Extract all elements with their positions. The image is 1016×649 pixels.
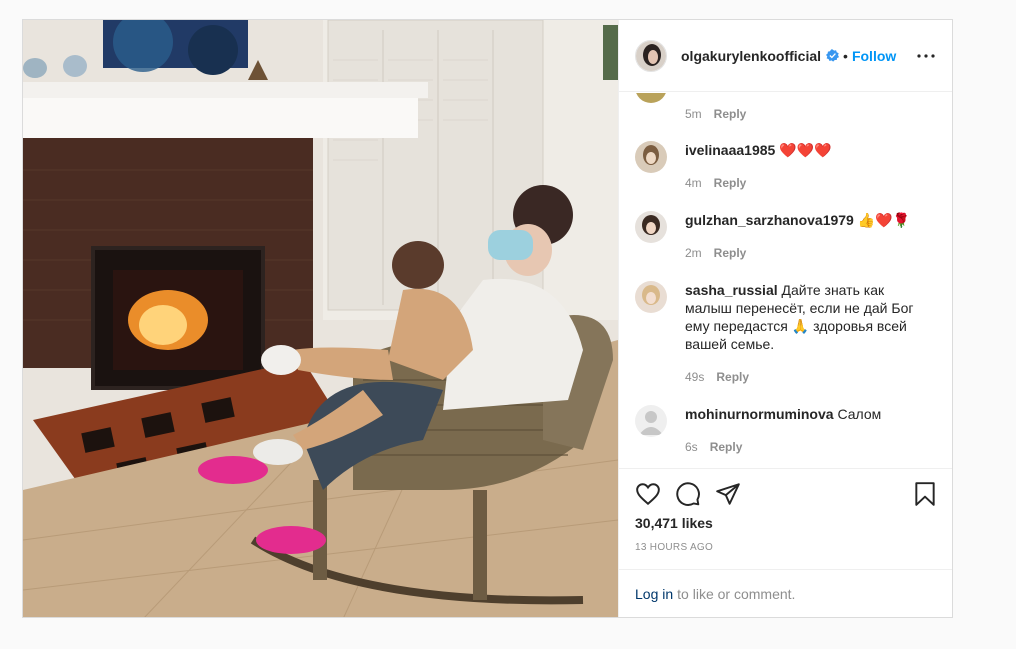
comment-avatar[interactable] [635, 211, 667, 243]
heart-icon[interactable] [635, 481, 661, 507]
comment-meta: 49s Reply [685, 370, 749, 384]
login-suffix: to like or comment. [677, 586, 796, 602]
reply-button[interactable]: Reply [714, 176, 747, 190]
comment-meta: 2m Reply [685, 246, 746, 260]
reply-button[interactable]: Reply [714, 246, 747, 260]
comment-icon[interactable] [675, 481, 701, 507]
reply-button[interactable]: Reply [716, 370, 749, 384]
comment-username[interactable]: gulzhan_sarzhanova1979 [685, 212, 854, 228]
comment-item: 5m Reply [635, 93, 935, 121]
comment-time: 6s [685, 440, 698, 454]
comment-item: sasha_russial Дайте знать как малыш пере… [635, 281, 935, 391]
comment-username[interactable]: ivelinaaa1985 [685, 142, 775, 158]
header-separator: • [843, 47, 848, 64]
author-username[interactable]: olgakurylenkoofficial [681, 48, 821, 64]
comment-time: 4m [685, 176, 702, 190]
comment-username[interactable]: sasha_russial [685, 282, 778, 298]
comment-meta: 6s Reply [685, 440, 742, 454]
follow-button[interactable]: Follow [852, 48, 896, 64]
verified-badge-icon [826, 49, 840, 62]
comment-avatar[interactable] [635, 93, 667, 103]
login-prompt: Log in to like or comment. [619, 569, 952, 617]
post-timestamp[interactable]: 13 HOURS AGO [635, 542, 713, 553]
comment-item: ivelinaaa1985 ❤️❤️❤️ 4m Reply [635, 141, 935, 191]
comment-text: Салом [837, 406, 882, 422]
comment-body: ivelinaaa1985 ❤️❤️❤️ [685, 141, 925, 159]
likes-count[interactable]: 30,471 likes [635, 515, 713, 531]
reply-button[interactable]: Reply [714, 107, 747, 121]
bookmark-icon[interactable] [912, 481, 938, 507]
comment-meta: 4m Reply [685, 176, 746, 190]
comments-list[interactable]: 5m Reply ivelinaaa1985 ❤️❤️❤️ 4m Reply g… [619, 93, 952, 468]
comment-body: mohinurnormuminova Салом [685, 405, 925, 423]
comment-meta: 5m Reply [685, 107, 746, 121]
comment-username[interactable]: mohinurnormuminova [685, 406, 834, 422]
post-actions-section: 30,471 likes 13 HOURS AGO Log in to like… [619, 468, 952, 617]
post-photo[interactable] [23, 20, 618, 617]
login-link[interactable]: Log in [635, 586, 673, 602]
comment-text: ❤️❤️❤️ [779, 142, 832, 158]
comment-text: 👍❤️🌹 [857, 212, 911, 228]
author-avatar[interactable] [635, 39, 667, 72]
action-icons [635, 481, 938, 507]
comment-time: 49s [685, 370, 705, 384]
comment-time: 5m [685, 107, 702, 121]
comment-time: 2m [685, 246, 702, 260]
more-options-icon[interactable] [914, 44, 938, 68]
comment-item: mohinurnormuminova Салом 6s Reply [635, 405, 935, 455]
post-header: olgakurylenkoofficial • Follow [619, 20, 952, 92]
comment-avatar[interactable] [635, 405, 667, 437]
post-side-panel: olgakurylenkoofficial • Follow 5m Reply [618, 20, 952, 617]
comment-avatar[interactable] [635, 281, 667, 313]
comment-body: sasha_russial Дайте знать как малыш пере… [685, 281, 925, 353]
comment-body: gulzhan_sarzhanova1979 👍❤️🌹 [685, 211, 925, 229]
comment-avatar[interactable] [635, 141, 667, 173]
share-icon[interactable] [715, 481, 741, 507]
reply-button[interactable]: Reply [710, 440, 743, 454]
post-photo-illustration [23, 20, 618, 617]
comment-item: gulzhan_sarzhanova1979 👍❤️🌹 2m Reply [635, 211, 935, 261]
instagram-post: olgakurylenkoofficial • Follow 5m Reply [22, 19, 953, 618]
